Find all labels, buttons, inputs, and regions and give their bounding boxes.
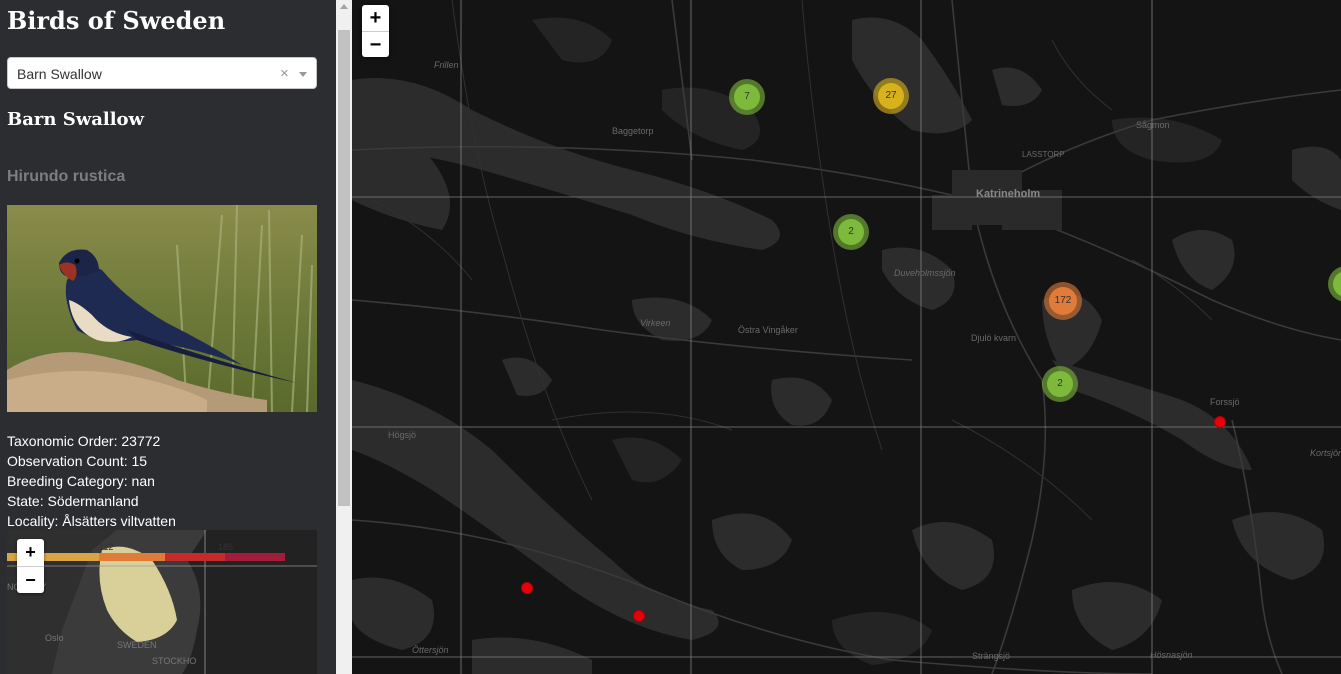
- detail-taxonomic-order: Taxonomic Order: 23772: [7, 433, 161, 449]
- place-label: LASSTORP: [1022, 150, 1065, 159]
- sidebar: Birds of Sweden Barn Swallow × Barn Swal…: [0, 0, 336, 674]
- observation-cluster[interactable]: 7: [729, 79, 765, 115]
- clear-icon[interactable]: ×: [280, 65, 289, 82]
- scroll-up-arrow-icon[interactable]: [340, 4, 348, 9]
- minimap-label: SWEDEN: [117, 640, 157, 650]
- place-label: Högsjö: [388, 430, 417, 440]
- place-label: Duveholmssjön: [894, 268, 956, 278]
- detail-observation-count: Observation Count: 15: [7, 453, 148, 469]
- observation-cluster[interactable]: 172: [1044, 282, 1082, 320]
- legend-tick: 112: [99, 542, 114, 552]
- main-map[interactable]: Baggetorp Katrineholm LASSTORP Sågmon Du…: [352, 0, 1341, 674]
- overview-minimap[interactable]: 112 185 SWEDEN STOCKHO Oslo NORWAY + −: [7, 530, 317, 674]
- legend-color-bar: [7, 553, 285, 561]
- app-title: Birds of Sweden: [7, 6, 226, 35]
- zoom-out-button[interactable]: −: [362, 31, 389, 57]
- bird-scientific-name: Hirundo rustica: [7, 168, 126, 185]
- observation-cluster[interactable]: 2: [1042, 366, 1078, 402]
- detail-state: State: Södermanland: [7, 493, 139, 509]
- map-zoom-control: + −: [362, 5, 389, 57]
- bird-details: Taxonomic Order: 23772 Observation Count…: [7, 431, 176, 531]
- sidebar-scrollbar[interactable]: [336, 0, 352, 674]
- minimap-label: STOCKHO: [152, 656, 197, 666]
- observation-cluster[interactable]: 27: [873, 78, 909, 114]
- observation-marker[interactable]: [1214, 416, 1226, 428]
- observation-marker[interactable]: [521, 582, 533, 594]
- place-label: Frillen: [434, 60, 459, 70]
- place-label: Katrineholm: [976, 188, 1041, 200]
- map-basemap: [352, 0, 1341, 674]
- legend-tick: 185: [218, 542, 234, 552]
- species-select[interactable]: Barn Swallow ×: [7, 57, 317, 89]
- detail-breeding-category: Breeding Category: nan: [7, 473, 155, 489]
- minimap-zoom-in-button[interactable]: +: [17, 539, 44, 566]
- species-select-value: Barn Swallow: [17, 66, 102, 82]
- minimap-zoom-control: + −: [17, 539, 44, 593]
- place-label: Östra Vingåker: [738, 325, 798, 335]
- observation-cluster[interactable]: 2: [833, 214, 869, 250]
- place-label: Strängsjö: [972, 651, 1011, 661]
- bird-common-name: Barn Swallow: [7, 109, 145, 130]
- place-label: Kortsjön: [1310, 448, 1341, 458]
- barn-swallow-photo: [7, 205, 317, 412]
- scrollbar-thumb[interactable]: [338, 30, 350, 506]
- detail-locality: Locality: Ålsätters viltvatten: [7, 513, 176, 529]
- place-label: Forssjö: [1210, 397, 1240, 407]
- place-label: Sågmon: [1136, 120, 1170, 130]
- place-label: Virkeen: [640, 318, 671, 328]
- density-legend: 112 185: [7, 542, 287, 564]
- place-label: Djulö kvarn: [971, 333, 1017, 343]
- legend-color-segment: [225, 553, 285, 561]
- place-label: Hösnasjön: [1150, 650, 1193, 660]
- legend-color-segment: [99, 553, 165, 561]
- observation-marker[interactable]: [633, 610, 645, 622]
- place-label: Öttersjön: [412, 645, 449, 655]
- legend-color-segment: [165, 553, 225, 561]
- place-label: Baggetorp: [612, 126, 654, 136]
- minimap-zoom-out-button[interactable]: −: [17, 566, 44, 593]
- caret-down-icon[interactable]: [299, 72, 307, 77]
- minimap-label: Oslo: [45, 633, 64, 643]
- zoom-in-button[interactable]: +: [362, 5, 389, 31]
